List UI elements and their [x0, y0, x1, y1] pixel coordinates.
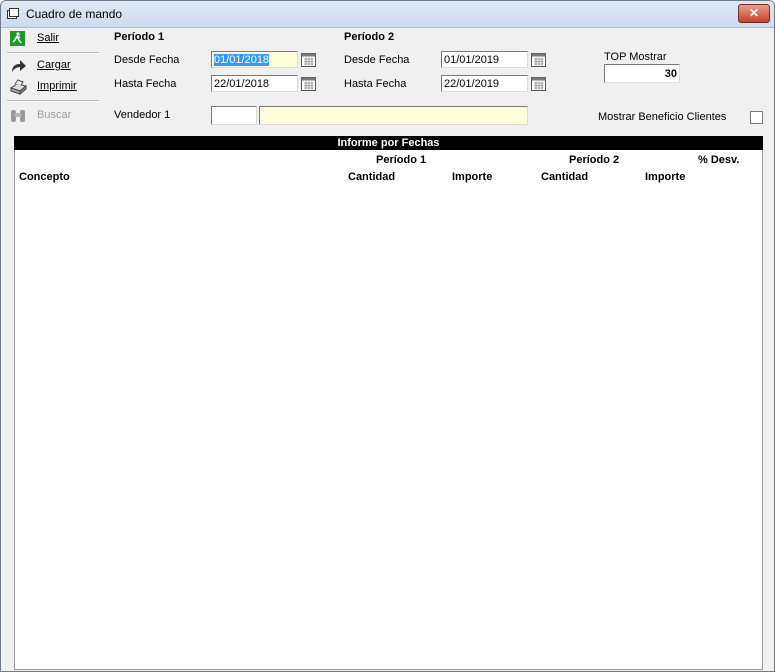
periodo2-heading: Período 2 — [344, 31, 395, 43]
report-grid[interactable]: Período 1 Período 2 % Desv. Concepto Can… — [14, 150, 763, 670]
vendedor-code-field[interactable] — [211, 106, 257, 125]
periodo2-hasta-label: Hasta Fecha — [344, 78, 407, 90]
col-concepto: Concepto — [19, 171, 70, 183]
close-button[interactable]: ✕ — [738, 4, 770, 23]
binoculars-icon — [11, 110, 25, 122]
periodo1-hasta-field[interactable]: 22/01/2018 — [211, 75, 298, 92]
calendar-icon[interactable] — [530, 75, 547, 92]
vendedor-label: Vendedor 1 — [114, 109, 171, 121]
vendedor-name-field[interactable] — [259, 106, 528, 125]
report-title: Informe por Fechas — [14, 136, 763, 150]
periodo2-hasta-field[interactable]: 22/01/2019 — [441, 75, 528, 92]
col-desv: % Desv. — [698, 154, 740, 166]
top-mostrar-label: TOP Mostrar — [604, 51, 667, 63]
periodo2-desde-label: Desde Fecha — [344, 54, 410, 66]
toolbar-separator — [7, 52, 99, 54]
col-periodo1: Período 1 — [376, 154, 427, 166]
col-importe-1: Importe — [452, 171, 493, 183]
col-cantidad-2: Cantidad — [541, 171, 589, 183]
toolbar-separator — [7, 100, 99, 102]
col-cantidad-1: Cantidad — [348, 171, 396, 183]
exit-icon — [10, 31, 25, 46]
periodo1-desde-value: 01/01/2018 — [214, 54, 270, 66]
calendar-icon[interactable] — [530, 51, 547, 68]
printer-icon — [9, 79, 28, 96]
top-mostrar-field[interactable]: 30 — [604, 64, 680, 83]
beneficio-checkbox[interactable] — [750, 111, 763, 124]
salir-label: Salir — [37, 32, 60, 44]
beneficio-label: Mostrar Beneficio Clientes — [598, 111, 727, 123]
periodo1-desde-label: Desde Fecha — [114, 54, 180, 66]
imprimir-label: Imprimir — [37, 80, 77, 92]
periodo1-desde-field[interactable]: 01/01/2018 — [211, 51, 298, 68]
window: Cuadro de mando ✕ Salir Cargar Imprimir — [0, 0, 775, 672]
col-periodo2: Período 2 — [569, 154, 620, 166]
periodo1-heading: Período 1 — [114, 31, 165, 43]
periodo1-hasta-label: Hasta Fecha — [114, 78, 177, 90]
calendar-icon[interactable] — [300, 75, 317, 92]
title-bar: Cuadro de mando ✕ — [1, 1, 774, 28]
window-title: Cuadro de mando — [26, 7, 123, 21]
buscar-label: Buscar — [37, 109, 72, 121]
forward-arrow-icon — [12, 60, 26, 72]
col-importe-2: Importe — [645, 171, 686, 183]
calendar-icon[interactable] — [300, 51, 317, 68]
window-icon — [7, 8, 19, 19]
cargar-label: Cargar — [37, 59, 71, 71]
periodo2-desde-field[interactable]: 01/01/2019 — [441, 51, 528, 68]
